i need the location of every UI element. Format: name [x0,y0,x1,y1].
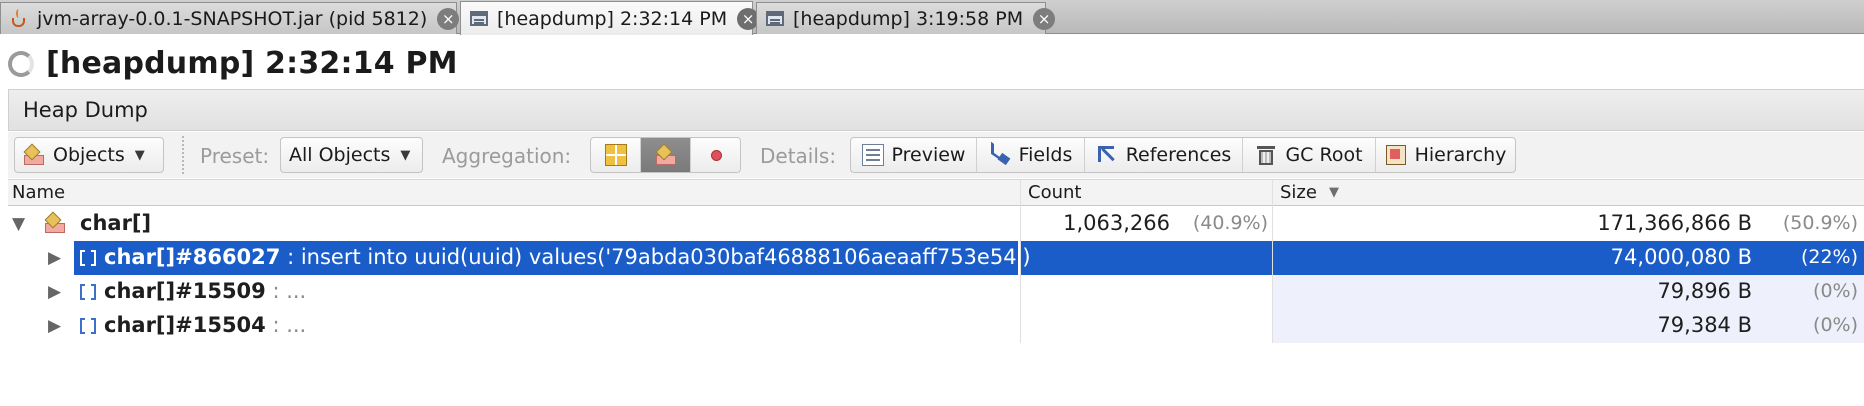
class-icon [44,211,66,234]
close-icon[interactable]: × [1033,7,1056,30]
hierarchy-label: Hierarchy [1414,144,1507,166]
row-background [1020,309,1272,343]
aggregation-packages-button[interactable] [591,138,641,172]
aggregation-toggle-group [590,137,741,173]
fields-label: Fields [1018,144,1073,166]
gc-root-button[interactable]: GC Root [1243,138,1376,172]
row-name: char[]#866027 : insert into uuid(uuid) v… [104,245,1031,269]
section-header[interactable]: Heap Dump [8,89,1864,131]
details-label: Details: [760,144,837,168]
hierarchy-icon [1385,144,1407,166]
table-row[interactable]: ▶ char[]#15504 : ... 79,384 B (0%) [8,309,1864,343]
column-header-size[interactable]: Size ▼ [1280,182,1339,203]
tab-label: [heapdump] 3:19:58 PM [793,7,1024,30]
row-size-percent: (0%) [1813,314,1858,336]
loading-spinner-icon [8,51,34,77]
column-header-name[interactable]: Name [12,182,65,203]
row-size: 79,896 B [1657,279,1752,303]
column-grid-line [1020,179,1021,343]
view-select-value: Objects [53,144,125,166]
section-title: Heap Dump [23,98,148,122]
objects-icon [23,143,45,166]
array-instance-icon [80,284,96,300]
table-row[interactable]: ▶ char[]#866027 : insert into uuid(uuid)… [8,241,1864,275]
row-count: 1,063,266 [1063,211,1170,235]
heapdump-icon [765,9,785,29]
preview-label: Preview [891,144,966,166]
view-select-dropdown[interactable]: Objects ▼ [14,137,164,173]
table-header: Name Count Size ▼ [8,179,1864,206]
tab-label: [heapdump] 2:32:14 PM [497,7,728,30]
references-label: References [1125,144,1232,166]
preview-icon [861,144,884,166]
instances-icon [705,144,727,166]
expand-toggle-icon[interactable]: ▶ [48,316,61,336]
aggregation-instances-button[interactable] [691,138,740,172]
close-icon[interactable]: × [437,7,460,30]
sort-descending-icon: ▼ [1328,185,1339,200]
tab-label: jvm-array-0.0.1-SNAPSHOT.jar (pid 5812) [37,7,428,30]
hierarchy-button[interactable]: Hierarchy [1376,138,1515,172]
selection-highlight [1020,241,1272,275]
classes-icon [655,143,677,166]
tab-heapdump-1[interactable]: [heapdump] 2:32:14 PM × [460,1,760,35]
chevron-down-icon: ▼ [134,147,145,163]
row-background [1020,275,1272,309]
references-icon [1096,144,1118,166]
fields-button[interactable]: Fields [977,138,1085,172]
table-row[interactable]: ▶ char[]#15509 : ... 79,896 B (0%) [8,275,1864,309]
column-header-size-label: Size [1280,182,1317,203]
preset-value: All Objects [289,144,391,166]
row-size-percent: (50.9%) [1782,212,1858,234]
table-row[interactable]: ▼ char[] 1,063,266 (40.9%) 171,366,866 B… [8,207,1864,241]
row-name: char[]#15504 : ... [104,313,307,337]
java-cup-icon [9,8,29,29]
column-header-count[interactable]: Count [1028,182,1081,203]
row-name: char[]#15509 : ... [104,279,307,303]
tab-heapdump-2[interactable]: [heapdump] 3:19:58 PM × [756,2,1056,34]
title-bar: [heapdump] 2:32:14 PM [0,38,1864,88]
tab-jvm-array[interactable]: jvm-array-0.0.1-SNAPSHOT.jar (pid 5812) … [0,2,460,34]
row-size: 171,366,866 B [1597,211,1752,235]
trash-can-icon [1255,144,1277,166]
aggregation-label: Aggregation: [442,144,572,168]
editor-tab-strip: jvm-array-0.0.1-SNAPSHOT.jar (pid 5812) … [0,0,1864,35]
row-size: 79,384 B [1657,313,1752,337]
expand-toggle-icon[interactable]: ▼ [12,214,25,234]
fields-icon [989,141,1011,166]
preview-button[interactable]: Preview [851,138,977,172]
details-toggle-group: Preview Fields References GC Root Hierar… [850,137,1516,173]
chevron-down-icon: ▼ [400,147,411,163]
row-count-percent: (40.9%) [1192,212,1268,234]
expand-toggle-icon[interactable]: ▶ [48,282,61,302]
packages-icon [604,144,627,166]
array-instance-icon [80,250,96,266]
toolbar-separator [182,136,184,174]
heap-toolbar: Objects ▼ Preset: All Objects ▼ Aggregat… [8,132,1864,178]
row-size: 74,000,080 B [1610,245,1752,269]
references-button[interactable]: References [1085,138,1243,172]
row-name: char[] [80,211,152,235]
aggregation-classes-button[interactable] [641,138,691,172]
page-title: [heapdump] 2:32:14 PM [46,46,458,81]
expand-toggle-icon[interactable]: ▶ [48,248,61,268]
preset-dropdown[interactable]: All Objects ▼ [280,137,423,173]
heapdump-icon [469,9,489,29]
gc-root-label: GC Root [1285,144,1363,166]
row-size-percent: (22%) [1800,246,1858,268]
array-instance-icon [80,318,96,334]
row-size-percent: (0%) [1813,280,1858,302]
column-grid-line [1272,179,1273,343]
preset-label: Preset: [200,144,270,168]
